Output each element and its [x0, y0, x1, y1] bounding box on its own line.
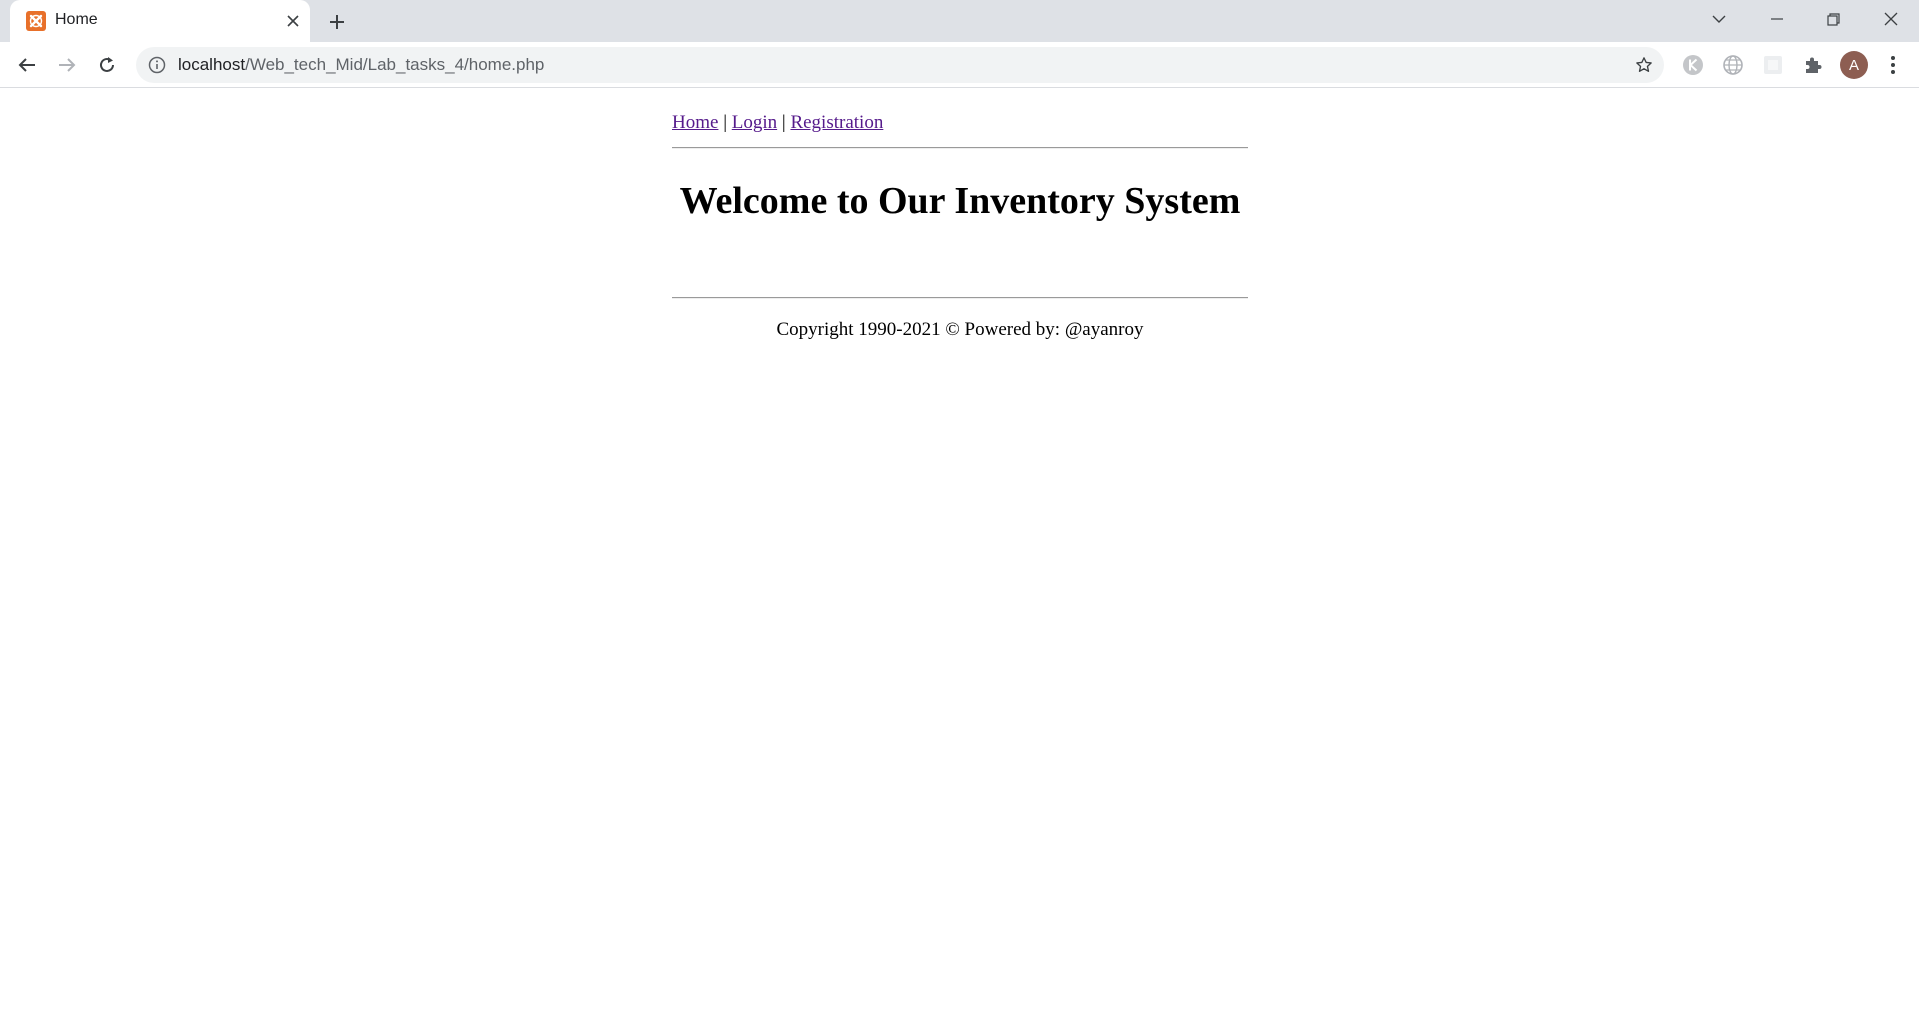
- nav-link-home[interactable]: Home: [672, 112, 718, 133]
- bookmark-star-icon[interactable]: [1632, 53, 1656, 77]
- tab-title: Home: [55, 11, 98, 28]
- nav-separator: |: [723, 112, 727, 133]
- profile-avatar[interactable]: A: [1840, 51, 1868, 79]
- reload-icon[interactable]: [91, 49, 123, 81]
- back-arrow-icon[interactable]: [11, 49, 43, 81]
- divider: [672, 147, 1248, 149]
- browser-toolbar: localhost/Web_tech_Mid/Lab_tasks_4/home.…: [0, 42, 1919, 88]
- tab-strip: Home: [0, 0, 1919, 42]
- nav-separator: |: [781, 112, 786, 133]
- browser-window: Home localhost/Web_tech_Mid/Lab_tasks_4/…: [0, 0, 1919, 1023]
- menu-dots-icon[interactable]: [1881, 53, 1905, 77]
- forward-arrow-icon[interactable]: [51, 49, 83, 81]
- restore-button[interactable]: [1810, 0, 1856, 38]
- url-path: /Web_tech_Mid/Lab_tasks_4/home.php: [245, 55, 545, 74]
- url-host: localhost: [178, 55, 246, 74]
- nav-link-login[interactable]: Login: [732, 112, 777, 133]
- new-tab-button[interactable]: [324, 9, 350, 35]
- content-container: Home | Login | Registration Welcome to O…: [672, 89, 1248, 340]
- footer-copyright: Copyright 1990-2021 © Powered by: @ayanr…: [776, 319, 1144, 340]
- site-info-icon[interactable]: [148, 56, 166, 74]
- xampp-icon: [26, 11, 46, 31]
- extension-k-icon[interactable]: [1681, 53, 1705, 77]
- tab-home[interactable]: Home: [10, 0, 310, 42]
- divider: [672, 297, 1248, 299]
- tab-search-chevron-icon[interactable]: [1696, 0, 1742, 38]
- top-nav: Home | Login | Registration: [672, 112, 1248, 134]
- extensions-puzzle-icon[interactable]: [1801, 53, 1825, 77]
- extension-globe-icon[interactable]: [1721, 53, 1745, 77]
- address-url[interactable]: localhost/Web_tech_Mid/Lab_tasks_4/home.…: [178, 55, 544, 75]
- tab-close-icon[interactable]: [282, 10, 304, 32]
- minimize-button[interactable]: [1754, 0, 1800, 38]
- page-content: Home | Login | Registration Welcome to O…: [0, 89, 1919, 1023]
- nav-link-registration[interactable]: Registration: [790, 112, 883, 133]
- close-window-button[interactable]: [1868, 0, 1914, 38]
- address-bar[interactable]: localhost/Web_tech_Mid/Lab_tasks_4/home.…: [136, 47, 1664, 83]
- extension-blank-icon[interactable]: [1761, 53, 1785, 77]
- page-title: Welcome to Our Inventory System: [679, 180, 1241, 222]
